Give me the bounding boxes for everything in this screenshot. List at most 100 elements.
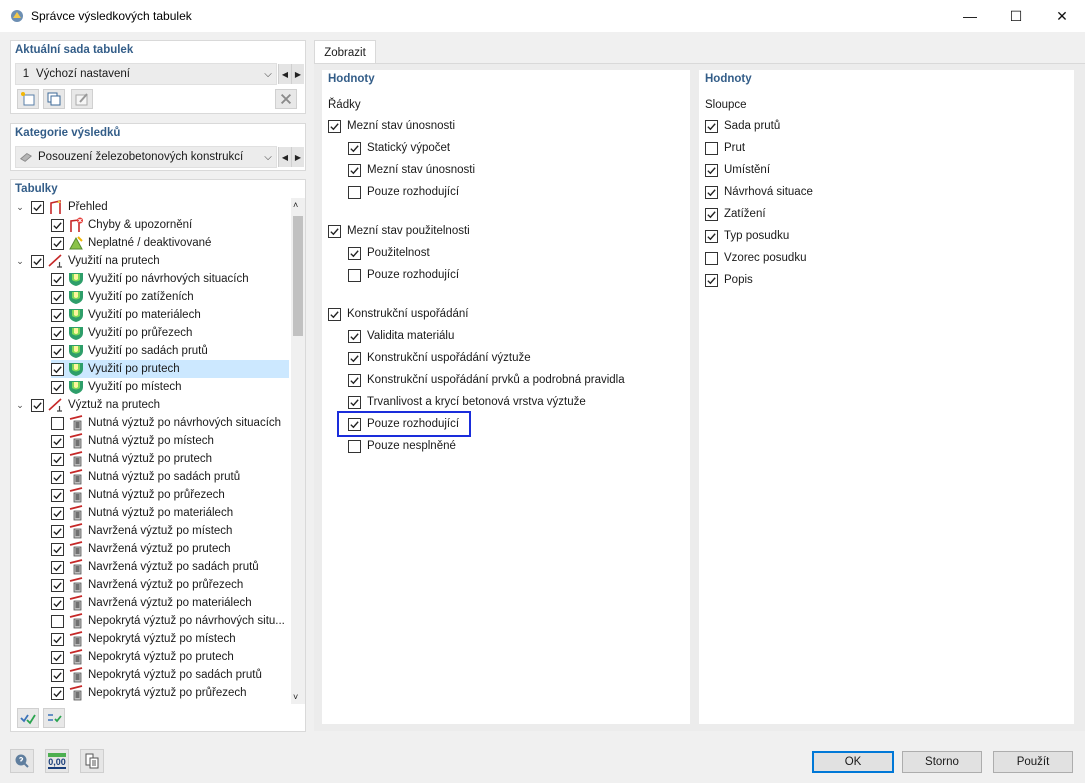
checkbox[interactable] [31, 254, 44, 268]
checkbox[interactable] [348, 268, 361, 282]
checkbox[interactable] [328, 119, 341, 133]
tree-item[interactable]: Navržená výztuž po průřezech [51, 576, 289, 594]
checkbox[interactable] [31, 398, 44, 412]
tree-item[interactable]: Nutná výztuž po prutech [51, 450, 289, 468]
tree-item[interactable]: Využití po sadách prutů [51, 342, 289, 360]
scroll-thumb[interactable] [293, 216, 303, 336]
table-set-dropdown[interactable]: 1 Výchozí nastavení ⌵ [15, 63, 277, 85]
tree-item[interactable]: Navržená výztuž po místech [51, 522, 289, 540]
row-option[interactable]: Trvanlivost a krycí betonová vrstva výzt… [348, 393, 586, 411]
tree-group[interactable]: ⌄ Výztuž na prutech [15, 396, 289, 414]
checkbox[interactable] [705, 185, 718, 199]
export-button[interactable] [80, 749, 104, 773]
new-table-set-button[interactable] [17, 89, 39, 109]
tree-item[interactable]: Nutná výztuž po sadách prutů [51, 468, 289, 486]
column-option[interactable]: Popis [705, 271, 753, 289]
row-option[interactable]: Mezní stav únosnosti [328, 117, 455, 135]
checkbox[interactable] [51, 344, 64, 358]
tree-item[interactable]: Nutná výztuž po návrhových situacích [51, 414, 289, 432]
tab-display[interactable]: Zobrazit [314, 40, 376, 64]
tree-item[interactable]: Využití po místech [51, 378, 289, 396]
checkbox[interactable] [51, 470, 64, 484]
chevron-down-icon[interactable]: ⌄ [15, 256, 25, 267]
column-option[interactable]: Umístění [705, 161, 770, 179]
tree-item[interactable]: Nepokrytá výztuž po průřezech [51, 684, 289, 702]
checkbox[interactable] [51, 290, 64, 304]
checkbox[interactable] [51, 488, 64, 502]
tree-item[interactable]: Chyby & upozornění [51, 216, 289, 234]
tree-item[interactable]: Využití po návrhových situacích [51, 270, 289, 288]
tree-item[interactable]: Využití po materiálech [51, 306, 289, 324]
checkbox[interactable] [348, 246, 361, 260]
checkbox[interactable] [51, 506, 64, 520]
checkbox[interactable] [705, 163, 718, 177]
checkbox[interactable] [51, 308, 64, 322]
tree-item[interactable]: Nutná výztuž po průřezech [51, 486, 289, 504]
checkbox[interactable] [328, 224, 341, 238]
column-option[interactable]: Sada prutů [705, 117, 780, 135]
column-option[interactable]: Zatížení [705, 205, 766, 223]
checkbox[interactable] [705, 273, 718, 287]
tree-item[interactable]: Nepokrytá výztuž po místech [51, 630, 289, 648]
scroll-down-icon[interactable]: ˅ [293, 692, 298, 702]
checkbox[interactable] [51, 686, 64, 700]
tree-item[interactable]: Neplatné / deaktivované [51, 234, 289, 252]
checkbox[interactable] [348, 163, 361, 177]
check-all-button[interactable] [17, 708, 39, 728]
row-option[interactable]: Pouze rozhodující [348, 183, 459, 201]
checkbox[interactable] [51, 326, 64, 340]
close-button[interactable]: ✕ [1039, 0, 1085, 32]
column-option[interactable]: Vzorec posudku [705, 249, 806, 267]
row-option[interactable]: Konstrukční uspořádání výztuže [348, 349, 531, 367]
row-option[interactable]: Mezní stav použitelnosti [328, 222, 470, 240]
checkbox[interactable] [348, 329, 361, 343]
checkbox[interactable] [51, 218, 64, 232]
tree-item[interactable]: Využití po zatíženích [51, 288, 289, 306]
checkbox[interactable] [51, 272, 64, 286]
maximize-button[interactable]: ☐ [993, 0, 1039, 32]
checkbox[interactable] [348, 373, 361, 387]
checkbox[interactable] [51, 416, 64, 430]
checkbox[interactable] [51, 236, 64, 250]
toggle-selection-button[interactable] [43, 708, 65, 728]
tree-item[interactable]: Nutná výztuž po materiálech [51, 504, 289, 522]
prev-arrow-icon[interactable]: ◀ [278, 147, 291, 167]
checkbox[interactable] [348, 395, 361, 409]
minimize-button[interactable]: — [947, 0, 993, 32]
units-button[interactable]: 0,00 [45, 749, 69, 773]
checkbox[interactable] [51, 452, 64, 466]
row-option[interactable]: Statický výpočet [348, 139, 450, 157]
checkbox[interactable] [51, 380, 64, 394]
tree-item[interactable]: Nepokrytá výztuž po prutech [51, 648, 289, 666]
checkbox[interactable] [705, 207, 718, 221]
checkbox[interactable] [31, 200, 44, 214]
ok-button[interactable]: OK [812, 751, 894, 773]
checkbox[interactable] [51, 560, 64, 574]
tree-group[interactable]: ⌄ Využití na prutech [15, 252, 289, 270]
tree-item[interactable]: Nepokrytá výztuž po sadách prutů [51, 666, 289, 684]
column-option[interactable]: Návrhová situace [705, 183, 813, 201]
row-option[interactable]: Konstrukční uspořádání [328, 305, 468, 323]
row-option[interactable]: Pouze rozhodující [348, 266, 459, 284]
tree-scrollbar[interactable]: ˄ ˅ [291, 198, 305, 704]
checkbox[interactable] [51, 524, 64, 538]
tree-item[interactable]: Navržená výztuž po prutech [51, 540, 289, 558]
checkbox[interactable] [51, 578, 64, 592]
checkbox[interactable] [705, 251, 718, 265]
checkbox[interactable] [328, 307, 341, 321]
tree-item[interactable]: Navržená výztuž po sadách prutů [51, 558, 289, 576]
category-dropdown[interactable]: Posouzení železobetonových konstrukcí ⌵ [15, 146, 277, 168]
tree-item[interactable]: Využití po prutech [51, 360, 289, 378]
tree-item[interactable]: Nepokrytá výztuž po návrhových situ... [51, 612, 289, 630]
checkbox[interactable] [51, 362, 64, 376]
checkbox[interactable] [51, 668, 64, 682]
chevron-down-icon[interactable]: ⌄ [15, 400, 25, 411]
delete-table-set-button[interactable] [275, 89, 297, 109]
row-option[interactable]: Konstrukční uspořádání prvků a podrobná … [348, 371, 625, 389]
prev-arrow-icon[interactable]: ◀ [278, 64, 291, 84]
next-arrow-icon[interactable]: ▶ [291, 64, 304, 84]
column-option[interactable]: Typ posudku [705, 227, 789, 245]
row-option[interactable]: Mezní stav únosnosti [348, 161, 475, 179]
copy-table-set-button[interactable] [43, 89, 65, 109]
cancel-button[interactable]: Storno [902, 751, 982, 773]
